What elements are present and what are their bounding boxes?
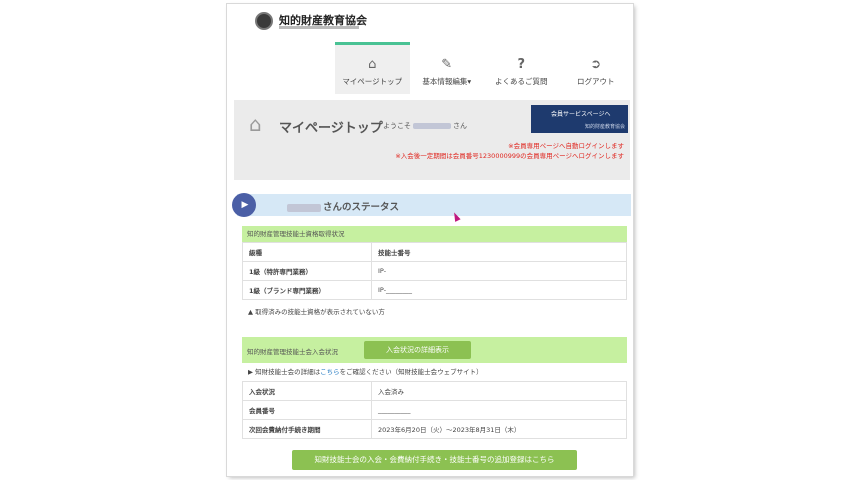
row-value: __________ bbox=[371, 400, 627, 420]
registration-button[interactable]: 知財技能士会の入会・会費納付手続き・技能士番号の追加登録はこちら bbox=[292, 450, 577, 470]
row-label: 入会状況 bbox=[242, 381, 372, 401]
nav-label: よくあるご質問 bbox=[495, 77, 548, 86]
table-row: 入会状況 入会済み bbox=[242, 381, 627, 401]
member-service-button[interactable]: 会員サービスページへ 知的財産教育協会 bbox=[531, 105, 628, 133]
number-cell: IP-________ bbox=[371, 280, 627, 300]
info-link[interactable]: こちら bbox=[320, 368, 340, 376]
status-title-suffix: さんのステータス bbox=[323, 202, 400, 213]
column-header: 級種 bbox=[242, 242, 372, 262]
membership-section: 知的財産管理技能士会入会状況 入会状況の詳細表示 ▶ 知財技能士会の詳細はこちら… bbox=[242, 337, 627, 439]
question-icon: ? bbox=[517, 57, 526, 72]
column-header: 技能士番号 bbox=[371, 242, 627, 262]
table-row: 級種 技能士番号 bbox=[242, 242, 627, 262]
grade-cell: 1級（ブランド専門業務） bbox=[242, 280, 372, 300]
logout-icon: ➲ bbox=[590, 57, 602, 72]
home-icon: ⌂ bbox=[249, 112, 262, 136]
membership-detail-button[interactable]: 入会状況の詳細表示 bbox=[364, 341, 471, 359]
redacted-name bbox=[287, 203, 321, 212]
info-suffix: をご確認ください（知財技能士会ウェブサイト） bbox=[339, 368, 483, 376]
nav-label: ログアウト bbox=[577, 77, 615, 86]
row-label: 次回会費納付手続き期間 bbox=[242, 419, 372, 439]
org-name-subtitle-bar bbox=[279, 26, 359, 29]
row-value: 2023年6月20日（火）～2023年8月31日（木） bbox=[371, 419, 627, 439]
browser-page: 知的財産教育協会 ⌂ マイページトップ ✎ 基本情報編集▾ ? よくあるご質問 … bbox=[227, 4, 633, 476]
org-logo-icon bbox=[255, 12, 273, 30]
nav-edit-profile[interactable]: ✎ 基本情報編集▾ bbox=[410, 42, 485, 94]
play-icon: ▶ bbox=[232, 193, 256, 217]
qualification-header: 知的財産管理技能士資格取得状況 bbox=[242, 226, 627, 242]
nav-logout[interactable]: ➲ ログアウト bbox=[559, 42, 634, 94]
row-label: 会員番号 bbox=[242, 400, 372, 420]
status-heading: さんのステータス bbox=[287, 199, 399, 213]
welcome-prefix: ようこそ bbox=[383, 122, 411, 130]
nav-mypage-top[interactable]: ⌂ マイページトップ bbox=[335, 42, 410, 94]
membership-table: 入会状況 入会済み 会員番号 __________ 次回会費納付手続き期間 20… bbox=[242, 381, 627, 439]
top-nav: ⌂ マイページトップ ✎ 基本情報編集▾ ? よくあるご質問 ➲ ログアウト bbox=[335, 42, 633, 94]
qualification-section: 知的財産管理技能士資格取得状況 級種 技能士番号 1級（特許専門業務） IP- … bbox=[242, 226, 627, 320]
table-row: 会員番号 __________ bbox=[242, 400, 627, 420]
member-service-label: 会員サービスページへ bbox=[551, 111, 611, 118]
member-service-sub: 知的財産教育協会 bbox=[584, 124, 625, 130]
membership-header-label: 知的財産管理技能士会入会状況 bbox=[247, 348, 338, 356]
table-row: 1級（ブランド専門業務） IP-________ bbox=[242, 280, 627, 300]
redacted-name bbox=[413, 123, 451, 129]
membership-header: 知的財産管理技能士会入会状況 入会状況の詳細表示 bbox=[242, 337, 627, 363]
grade-cell: 1級（特許専門業務） bbox=[242, 261, 372, 281]
welcome-text: ようこそ さん bbox=[383, 121, 467, 131]
welcome-suffix: さん bbox=[453, 122, 467, 130]
number-cell: IP- bbox=[371, 261, 627, 281]
page-title: マイページトップ bbox=[279, 121, 383, 136]
missing-qualification-link[interactable]: ▲ 取得済みの技能士資格が表示されていない方 bbox=[242, 304, 627, 320]
auto-login-notice: ※会員専用ページへ自動ログインします bbox=[508, 142, 624, 150]
table-row: 次回会費納付手続き期間 2023年6月20日（火）～2023年8月31日（木） bbox=[242, 419, 627, 439]
qualification-table: 級種 技能士番号 1級（特許専門業務） IP- 1級（ブランド専門業務） IP-… bbox=[242, 242, 627, 300]
nav-faq[interactable]: ? よくあるご質問 bbox=[484, 42, 559, 94]
member-number-notice: ※入会後一定期間は会員番号1230000999の会員専用ページへログインします bbox=[395, 152, 624, 160]
nav-label: マイページトップ bbox=[342, 77, 403, 86]
row-value: 入会済み bbox=[371, 381, 627, 401]
table-row: 1級（特許専門業務） IP- bbox=[242, 261, 627, 281]
home-icon: ⌂ bbox=[368, 57, 377, 72]
page-hero: ⌂ マイページトップ ようこそ さん 会員サービスページへ 知的財産教育協会 ※会… bbox=[234, 100, 630, 180]
nav-label: 基本情報編集▾ bbox=[422, 77, 472, 86]
info-prefix: ▶ 知財技能士会の詳細は bbox=[248, 368, 321, 376]
edit-icon: ✎ bbox=[441, 57, 453, 72]
membership-info: ▶ 知財技能士会の詳細はこちらをご確認ください（知財技能士会ウェブサイト） bbox=[242, 364, 627, 380]
